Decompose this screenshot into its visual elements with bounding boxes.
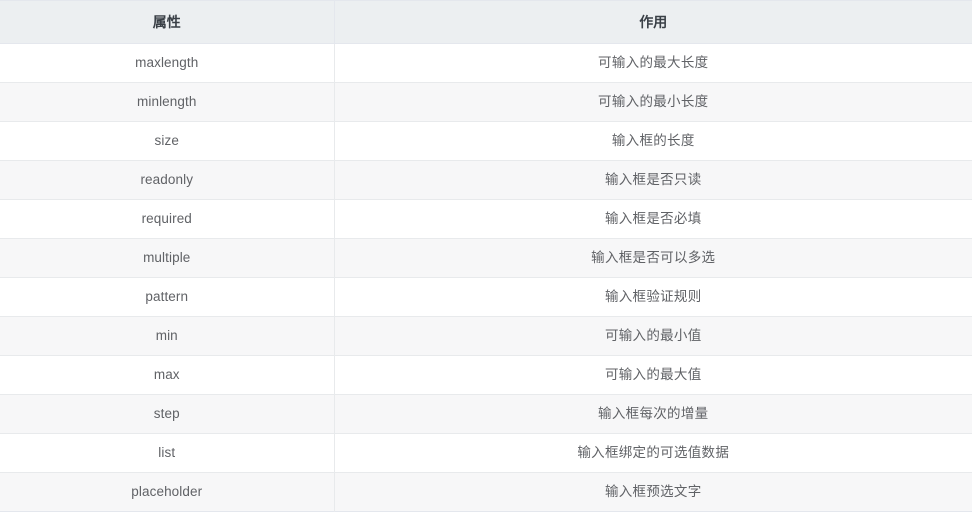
- cell-description: 可输入的最大值: [334, 355, 972, 395]
- cell-description: 输入框的长度: [334, 121, 972, 161]
- cell-description: 可输入的最小长度: [334, 82, 972, 122]
- table-row: list 输入框绑定的可选值数据: [0, 433, 972, 473]
- table-row: required 输入框是否必填: [0, 199, 972, 239]
- cell-attribute: minlength: [0, 82, 335, 122]
- attribute-table-container: 属性 作用 maxlength 可输入的最大长度 minlength 可输入的最小长度…: [0, 0, 972, 512]
- attribute-table: 属性 作用 maxlength 可输入的最大长度 minlength 可输入的最小长度…: [0, 0, 972, 512]
- cell-attribute: pattern: [0, 277, 335, 317]
- cell-attribute: readonly: [0, 160, 335, 200]
- cell-attribute: list: [0, 433, 335, 473]
- column-header-description: 作用: [334, 0, 972, 44]
- cell-description: 输入框验证规则: [334, 277, 972, 317]
- table-row: step 输入框每次的增量: [0, 394, 972, 434]
- cell-description: 输入框预选文字: [334, 472, 972, 512]
- table-header-row: 属性 作用: [0, 0, 972, 44]
- cell-attribute: max: [0, 355, 335, 395]
- cell-attribute: min: [0, 316, 335, 356]
- table-row: max 可输入的最大值: [0, 355, 972, 395]
- table-row: pattern 输入框验证规则: [0, 277, 972, 317]
- column-header-attribute: 属性: [0, 0, 335, 44]
- cell-attribute: required: [0, 199, 335, 239]
- cell-attribute: maxlength: [0, 43, 335, 83]
- table-row: min 可输入的最小值: [0, 316, 972, 356]
- table-row: maxlength 可输入的最大长度: [0, 43, 972, 83]
- cell-attribute: size: [0, 121, 335, 161]
- cell-attribute: placeholder: [0, 472, 335, 512]
- table-row: size 输入框的长度: [0, 121, 972, 161]
- cell-attribute: multiple: [0, 238, 335, 278]
- table-body: maxlength 可输入的最大长度 minlength 可输入的最小长度 size 输入…: [0, 43, 972, 512]
- table-row: minlength 可输入的最小长度: [0, 82, 972, 122]
- cell-description: 输入框是否必填: [334, 199, 972, 239]
- cell-description: 输入框是否只读: [334, 160, 972, 200]
- table-header: 属性 作用: [0, 0, 972, 44]
- cell-description: 输入框绑定的可选值数据: [334, 433, 972, 473]
- cell-description: 输入框每次的增量: [334, 394, 972, 434]
- table-row: placeholder 输入框预选文字: [0, 472, 972, 512]
- table-row: multiple 输入框是否可以多选: [0, 238, 972, 278]
- cell-description: 可输入的最小值: [334, 316, 972, 356]
- cell-description: 输入框是否可以多选: [334, 238, 972, 278]
- cell-description: 可输入的最大长度: [334, 43, 972, 83]
- table-row: readonly 输入框是否只读: [0, 160, 972, 200]
- cell-attribute: step: [0, 394, 335, 434]
